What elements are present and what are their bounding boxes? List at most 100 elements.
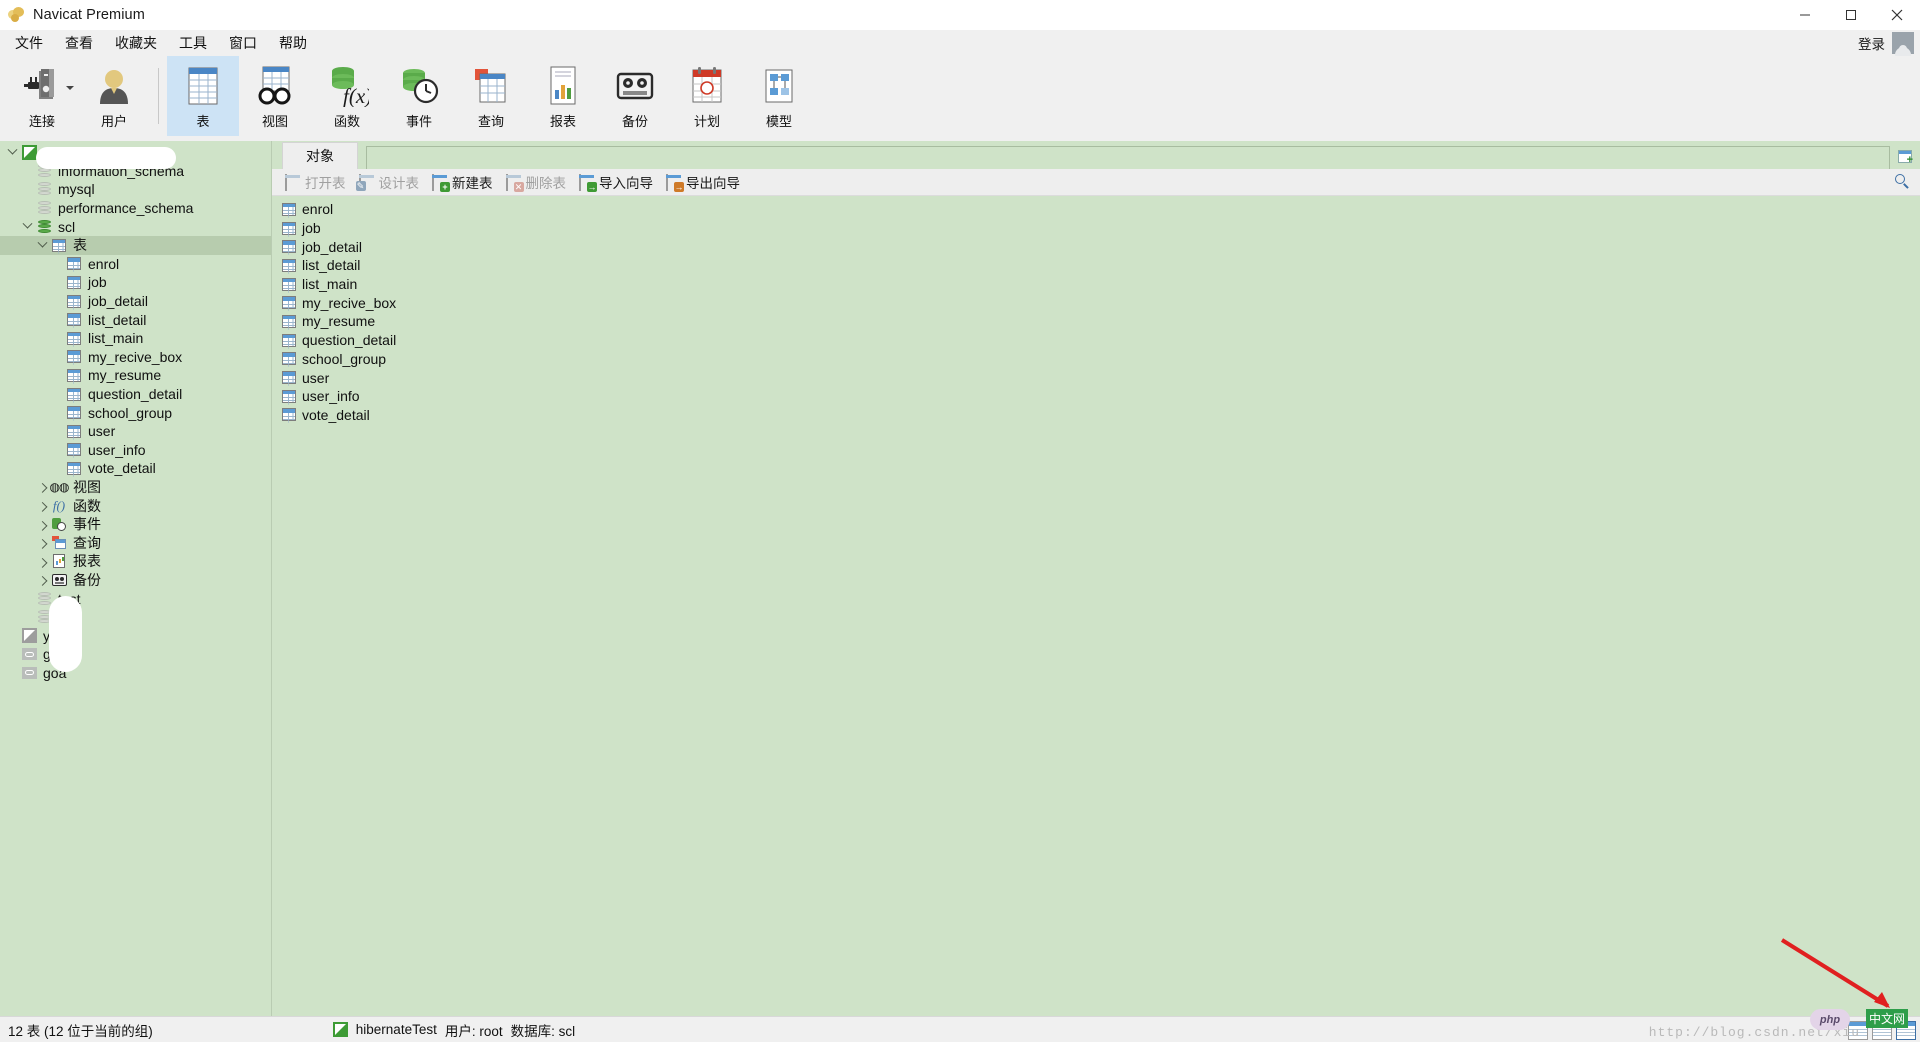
chevron-right-icon[interactable] (34, 521, 50, 528)
login-link[interactable]: 登录 (1858, 33, 1885, 53)
connection-tree[interactable]: tinformation_schemamysqlperformance_sche… (0, 143, 271, 682)
toolbar-user[interactable]: 用户 (78, 56, 150, 136)
tree-node[interactable]: 事件 (0, 515, 271, 534)
tree-node[interactable]: mysql (0, 180, 271, 199)
toolbar-function[interactable]: f(x) 函数 (311, 56, 383, 136)
table-icon (65, 423, 83, 439)
tree-node[interactable]: my_resume (0, 366, 271, 385)
object-tree-sidebar[interactable]: tinformation_schemamysqlperformance_sche… (0, 141, 272, 1016)
chevron-down-icon[interactable] (34, 242, 50, 249)
tree-node[interactable]: user_info (0, 441, 271, 460)
tree-node[interactable]: performance_schema (0, 199, 271, 218)
search-icon[interactable] (1895, 174, 1910, 189)
tree-node[interactable]: 报表 (0, 552, 271, 571)
toolbar-model[interactable]: 模型 (743, 56, 815, 136)
tree-node[interactable]: 查询 (0, 533, 271, 552)
tree-node[interactable]: goa (0, 664, 271, 683)
new-table-button[interactable]: + 新建表 (427, 170, 501, 194)
toolbar-table[interactable]: 表 (167, 56, 239, 136)
view-glasses-icon: ◍◍ (50, 479, 68, 495)
minimize-button[interactable] (1782, 0, 1828, 30)
add-table-icon: + (1898, 150, 1912, 163)
object-list-item[interactable]: question_detail (272, 331, 1920, 350)
toolbar-schedule[interactable]: 计划 (671, 56, 743, 136)
tree-node[interactable]: yi (0, 626, 271, 645)
tree-node[interactable]: ◍◍视图 (0, 478, 271, 497)
tree-node[interactable]: job (0, 273, 271, 292)
new-object-tab-button[interactable]: + (1894, 145, 1916, 167)
table-icon (65, 460, 83, 476)
object-list-item[interactable]: job (272, 219, 1920, 238)
tree-node[interactable]: job_detail (0, 292, 271, 311)
tree-node[interactable]: list_detail (0, 310, 271, 329)
object-list-item[interactable]: enrol (272, 200, 1920, 219)
chevron-down-icon[interactable] (66, 86, 74, 90)
tree-node[interactable]: 备份 (0, 571, 271, 590)
connection-gray-icon (20, 628, 38, 644)
menu-file[interactable]: 文件 (4, 31, 54, 55)
toolbar-event[interactable]: 事件 (383, 56, 455, 136)
export-wizard-button[interactable]: → 导出向导 (661, 170, 748, 194)
chevron-right-icon[interactable] (34, 576, 50, 583)
table-icon (65, 367, 83, 383)
tree-node[interactable]: enrol (0, 255, 271, 274)
object-list-item[interactable]: school_group (272, 350, 1920, 369)
object-list-item-label: my_resume (302, 313, 375, 329)
open-table-button[interactable]: 打开表 (280, 170, 354, 194)
toolbar-connection[interactable]: 连接 (6, 56, 78, 136)
tree-node[interactable]: ue (0, 608, 271, 627)
menu-favorites[interactable]: 收藏夹 (104, 31, 168, 55)
delete-table-button[interactable]: ✕ 删除表 (501, 170, 575, 194)
menu-tools[interactable]: 工具 (168, 31, 218, 55)
toolbar-backup[interactable]: 备份 (599, 56, 671, 136)
tree-node[interactable]: 表 (0, 236, 271, 255)
object-list[interactable]: enroljobjob_detaillist_detaillist_mainmy… (272, 196, 1920, 1016)
toolbar-report[interactable]: 报表 (527, 56, 599, 136)
redaction-overlay-bottom (49, 596, 82, 672)
object-list-item[interactable]: my_recive_box (272, 293, 1920, 312)
avatar[interactable] (1892, 32, 1914, 54)
toolbar-user-label: 用户 (101, 111, 127, 130)
tab-objects[interactable]: 对象 (282, 142, 358, 169)
tree-node[interactable]: my_recive_box (0, 348, 271, 367)
table-icon (280, 239, 298, 255)
design-table-icon: ✎ (359, 175, 374, 189)
toolbar-event-label: 事件 (406, 111, 432, 130)
object-list-item[interactable]: my_resume (272, 312, 1920, 331)
tree-node[interactable]: g (0, 645, 271, 664)
object-list-item-label: enrol (302, 201, 333, 217)
menu-view[interactable]: 查看 (54, 31, 104, 55)
tree-node[interactable]: school_group (0, 403, 271, 422)
toolbar-connection-label: 连接 (29, 111, 55, 130)
open-table-icon (285, 175, 300, 189)
design-table-button[interactable]: ✎ 设计表 (354, 170, 428, 194)
tree-node[interactable]: user (0, 422, 271, 441)
chevron-right-icon[interactable] (34, 483, 50, 490)
object-list-item[interactable]: job_detail (272, 237, 1920, 256)
tree-node[interactable]: question_detail (0, 385, 271, 404)
object-list-item[interactable]: user (272, 368, 1920, 387)
toolbar-view[interactable]: 视图 (239, 56, 311, 136)
import-wizard-button[interactable]: → 导入向导 (574, 170, 661, 194)
tree-node-label: 备份 (73, 570, 101, 590)
tree-node[interactable]: f()函数 (0, 496, 271, 515)
window-controls (1782, 0, 1920, 30)
object-list-item[interactable]: list_main (272, 275, 1920, 294)
object-list-item[interactable]: vote_detail (272, 406, 1920, 425)
chevron-down-icon[interactable] (4, 149, 20, 156)
toolbar-query[interactable]: 查询 (455, 56, 527, 136)
tree-node[interactable]: scl (0, 217, 271, 236)
tree-node[interactable]: vote_detail (0, 459, 271, 478)
tree-node[interactable]: test (0, 589, 271, 608)
menu-window[interactable]: 窗口 (218, 31, 268, 55)
chevron-down-icon[interactable] (19, 223, 35, 230)
chevron-right-icon[interactable] (34, 502, 50, 509)
tree-node[interactable]: list_main (0, 329, 271, 348)
close-button[interactable] (1874, 0, 1920, 30)
chevron-right-icon[interactable] (34, 558, 50, 565)
menu-help[interactable]: 帮助 (268, 31, 318, 55)
maximize-button[interactable] (1828, 0, 1874, 30)
chevron-right-icon[interactable] (34, 539, 50, 546)
object-list-item[interactable]: list_detail (272, 256, 1920, 275)
object-list-item[interactable]: user_info (272, 387, 1920, 406)
